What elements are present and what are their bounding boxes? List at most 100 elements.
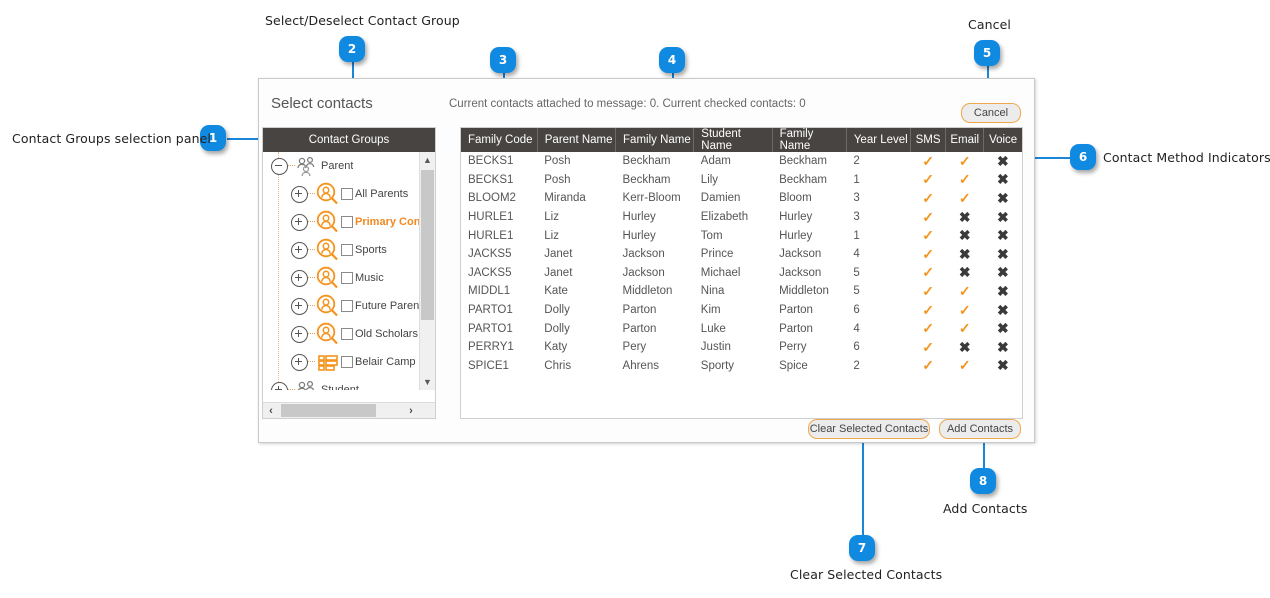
email-disabled-icon[interactable]: ✖ [946,226,984,245]
scroll-up-icon[interactable]: ▲ [420,152,435,168]
table-row[interactable]: BECKS1 Posh Beckham Adam Beckham 2 ✓ ✓ ✖ [461,152,1022,171]
voice-disabled-icon[interactable]: ✖ [984,338,1022,357]
leader-line-7 [862,437,864,542]
table-row[interactable]: PARTO1 Dolly Parton Kim Parton 6 ✓ ✓ ✖ [461,301,1022,320]
column-header-family-code[interactable]: Family Code [461,128,538,152]
group-checkbox[interactable] [341,356,353,368]
expand-icon[interactable] [291,297,308,315]
scroll-left-icon[interactable]: ‹ [263,403,279,418]
callout-label-1: Contact Groups selection panel [12,131,211,146]
group-checkbox[interactable] [341,300,353,312]
column-header-student-name[interactable]: Student Name [693,128,773,152]
expand-icon[interactable] [291,185,308,203]
voice-disabled-icon[interactable]: ✖ [984,301,1022,320]
tree-node-music[interactable]: Music [263,264,435,292]
contacts-grid[interactable]: Family Code Parent Name Family Name Student… [460,127,1023,419]
email-enabled-icon[interactable]: ✓ [946,301,984,320]
group-checkbox[interactable] [341,244,353,256]
tree-node-belair-camp[interactable]: Belair Camp [263,348,435,376]
column-header-voice[interactable]: Voice [983,128,1022,152]
scroll-right-icon[interactable]: › [403,403,419,418]
sms-enabled-icon[interactable]: ✓ [911,189,946,208]
clear-selected-contacts-button[interactable]: Clear Selected Contacts [808,419,930,439]
sms-enabled-icon[interactable]: ✓ [911,152,946,171]
table-row[interactable]: HURLE1 Liz Hurley Elizabeth Hurley 3 ✓ ✖ ✖ [461,208,1022,227]
cancel-button-label: Cancel [973,107,1009,119]
tree-horizontal-scroll-thumb[interactable] [281,404,376,417]
tree-vertical-scrollbar[interactable]: ▲ ▼ [419,152,435,390]
column-header-family-name[interactable]: Family Name [615,128,695,152]
column-header-year-level[interactable]: Year Level [846,128,912,152]
voice-disabled-icon[interactable]: ✖ [984,264,1022,283]
voice-disabled-icon[interactable]: ✖ [984,357,1022,376]
sms-enabled-icon[interactable]: ✓ [911,338,946,357]
sms-enabled-icon[interactable]: ✓ [911,171,946,190]
column-header-family-name[interactable]: Family Name [772,128,847,152]
tree-node-parent[interactable]: Parent [263,152,435,180]
sms-enabled-icon[interactable]: ✓ [911,357,946,376]
sms-enabled-icon[interactable]: ✓ [911,319,946,338]
group-checkbox[interactable] [341,272,353,284]
table-row[interactable]: PERRY1 Katy Pery Justin Perry 6 ✓ ✖ ✖ [461,338,1022,357]
table-row[interactable]: JACKS5 Janet Jackson Michael Jackson 5 ✓ ✖ ✖ [461,264,1022,283]
email-enabled-icon[interactable]: ✓ [946,282,984,301]
column-header-email[interactable]: Email [945,128,985,152]
email-enabled-icon[interactable]: ✓ [946,152,984,171]
tree-vertical-scroll-thumb[interactable] [421,170,434,320]
voice-disabled-icon[interactable]: ✖ [984,152,1022,171]
sms-enabled-icon[interactable]: ✓ [911,301,946,320]
tree-horizontal-scrollbar[interactable]: ‹ › [263,402,435,418]
tree-node-all-parents[interactable]: All Parents [263,180,435,208]
expand-icon[interactable] [291,213,308,231]
voice-disabled-icon[interactable]: ✖ [984,319,1022,338]
tree-node-sports[interactable]: Sports [263,236,435,264]
expand-icon[interactable] [271,381,288,390]
contact-groups-tree[interactable]: Parent All Parents Primary Cont Sports Music… [263,152,435,390]
add-contacts-button[interactable]: Add Contacts [939,419,1021,439]
expand-icon[interactable] [291,241,308,259]
voice-disabled-icon[interactable]: ✖ [984,282,1022,301]
email-enabled-icon[interactable]: ✓ [946,357,984,376]
email-disabled-icon[interactable]: ✖ [946,208,984,227]
tree-node-future-parents[interactable]: Future Parents [263,292,435,320]
email-disabled-icon[interactable]: ✖ [946,264,984,283]
voice-disabled-icon[interactable]: ✖ [984,226,1022,245]
group-checkbox[interactable] [341,188,353,200]
tree-node-primary-cont[interactable]: Primary Cont [263,208,435,236]
email-disabled-icon[interactable]: ✖ [946,338,984,357]
email-disabled-icon[interactable]: ✖ [946,245,984,264]
table-row[interactable]: HURLE1 Liz Hurley Tom Hurley 1 ✓ ✖ ✖ [461,226,1022,245]
voice-disabled-icon[interactable]: ✖ [984,171,1022,190]
table-row[interactable]: BECKS1 Posh Beckham Lily Beckham 1 ✓ ✓ ✖ [461,171,1022,190]
group-checkbox[interactable] [341,216,353,228]
scroll-down-icon[interactable]: ▼ [420,374,435,390]
sms-enabled-icon[interactable]: ✓ [911,264,946,283]
sms-enabled-icon[interactable]: ✓ [911,245,946,264]
callout-badge-2-number: 2 [347,42,357,56]
collapse-icon[interactable] [271,157,288,175]
email-enabled-icon[interactable]: ✓ [946,319,984,338]
column-header-sms[interactable]: SMS [910,128,947,152]
tree-node-student[interactable]: Student [263,376,435,390]
table-row[interactable]: MIDDL1 Kate Middleton Nina Middleton 5 ✓ ✓ ✖ [461,282,1022,301]
table-row[interactable]: BLOOM2 Miranda Kerr-Bloom Damien Bloom 3 ✓ ✓ ✖ [461,189,1022,208]
table-row[interactable]: JACKS5 Janet Jackson Prince Jackson 4 ✓ ✖ ✖ [461,245,1022,264]
cancel-button[interactable]: Cancel [961,103,1021,123]
group-checkbox[interactable] [341,328,353,340]
sms-enabled-icon[interactable]: ✓ [911,226,946,245]
expand-icon[interactable] [291,269,308,287]
tree-node-old-scholars[interactable]: Old Scholars [263,320,435,348]
table-row[interactable]: SPICE1 Chris Ahrens Sporty Spice 2 ✓ ✓ ✖ [461,357,1022,376]
email-enabled-icon[interactable]: ✓ [946,189,984,208]
voice-disabled-icon[interactable]: ✖ [984,189,1022,208]
expand-icon[interactable] [291,325,308,343]
expand-icon[interactable] [291,353,308,371]
voice-disabled-icon[interactable]: ✖ [984,245,1022,264]
column-header-parent-name[interactable]: Parent Name [537,128,617,152]
sms-enabled-icon[interactable]: ✓ [911,208,946,227]
sms-enabled-icon[interactable]: ✓ [911,282,946,301]
voice-disabled-icon[interactable]: ✖ [984,208,1022,227]
cell-student-name: Sporty [700,359,735,372]
email-enabled-icon[interactable]: ✓ [946,171,984,190]
table-row[interactable]: PARTO1 Dolly Parton Luke Parton 4 ✓ ✓ ✖ [461,319,1022,338]
